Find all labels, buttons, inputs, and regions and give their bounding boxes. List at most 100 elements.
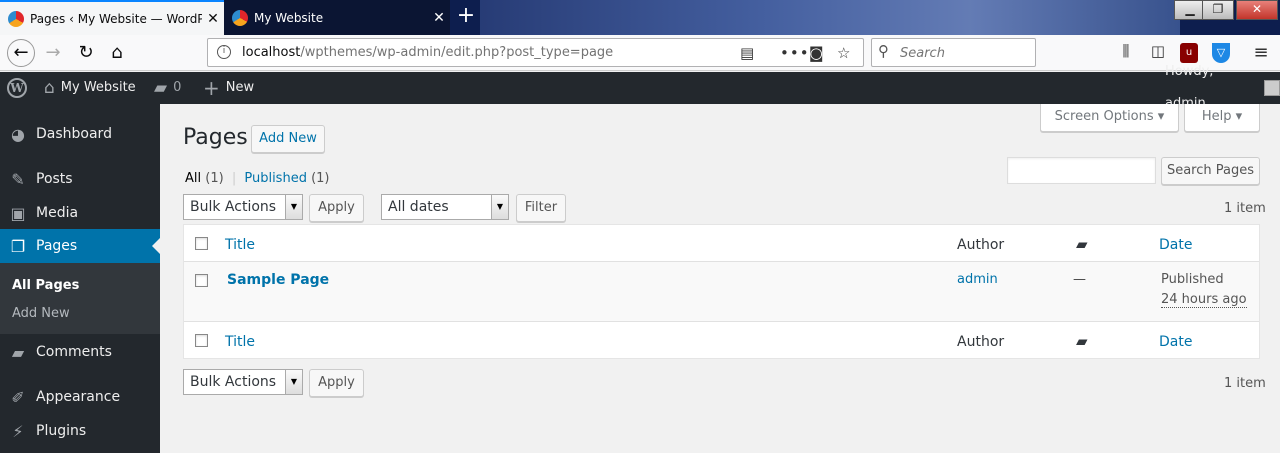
search-pages-button[interactable]: Search Pages — [1161, 157, 1260, 185]
browser-search-input[interactable] — [900, 43, 1030, 63]
new-tab-icon[interactable]: + — [453, 4, 479, 30]
tab-bar-background — [480, 0, 1180, 35]
search-pages-input[interactable] — [1007, 157, 1156, 184]
window-close-icon[interactable]: ✕ — [1236, 0, 1278, 20]
close-tab-icon[interactable]: ✕ — [202, 11, 224, 27]
forward-arrow-icon[interactable]: → — [40, 40, 66, 66]
admin-sidebar: ◕ Dashboard ✎ Posts ▣ Media ❐ Pages All Page… — [0, 104, 160, 453]
column-date-footer[interactable]: Date — [1159, 334, 1192, 350]
screen-options-label: Screen Options — [1054, 109, 1154, 124]
column-title[interactable]: Title — [225, 237, 255, 253]
maximize-icon[interactable]: ❐ — [1202, 0, 1234, 20]
filter-button[interactable]: Filter — [516, 194, 566, 222]
wp-admin-bar: W ⌂ My Website ▰ 0 + New Howdy, admin — [0, 64, 1280, 111]
comment-icon: ▰ — [11, 342, 25, 362]
site-name-link[interactable]: ⌂ My Website — [44, 72, 136, 104]
date-filter-select[interactable]: All dates ▼ — [381, 194, 509, 220]
new-label: New — [225, 80, 255, 95]
pin-icon: ✎ — [11, 169, 25, 189]
site-favicon-icon — [232, 9, 248, 26]
status-filters: All (1) | Published (1) — [185, 171, 330, 186]
sidebar-item-label: Appearance — [36, 389, 121, 405]
reader-view-icon[interactable]: ▤ — [740, 44, 754, 62]
column-author-footer: Author — [957, 334, 1005, 350]
column-title-footer[interactable]: Title — [225, 334, 255, 350]
home-icon[interactable]: ⌂ — [104, 40, 130, 66]
info-icon[interactable]: i — [217, 45, 231, 59]
table-footer: Title Author ▰ Date — [184, 322, 1259, 359]
back-arrow-icon[interactable]: ← — [7, 39, 35, 67]
avatar — [1264, 80, 1280, 96]
filter-separator: | — [231, 171, 237, 186]
column-date[interactable]: Date — [1159, 237, 1192, 253]
browser-tab-bar: Pages ‹ My Website — WordPre ✕ My Websit… — [0, 0, 1280, 35]
comment-column-icon: ▰ — [1076, 332, 1088, 350]
sidebar-item-media[interactable]: ▣ Media — [0, 196, 160, 230]
submenu-all-pages[interactable]: All Pages — [12, 278, 79, 293]
select-all-checkbox-footer[interactable] — [195, 334, 208, 347]
sidebar-item-label: Pages — [36, 238, 78, 254]
wordpress-logo-icon[interactable]: W — [7, 72, 27, 104]
pages-submenu: All Pages Add New — [0, 263, 160, 334]
apply-button-top[interactable]: Apply — [309, 194, 364, 222]
url-text[interactable]: localhost/wpthemes/wp-admin/edit.php?pos… — [242, 45, 613, 60]
tab-my-website[interactable]: My Website ✕ — [224, 0, 450, 35]
pages-icon: ❐ — [10, 236, 26, 256]
library-icon[interactable]: ⫼ — [1115, 42, 1137, 64]
filter-published-count: (1) — [311, 171, 330, 186]
add-new-button[interactable]: Add New — [251, 125, 325, 153]
row-checkbox[interactable] — [195, 274, 208, 287]
my-account-link[interactable]: Howdy, admin — [1165, 64, 1280, 111]
sidebar-item-pages[interactable]: ❐ Pages — [0, 229, 160, 263]
filter-all[interactable]: All — [185, 171, 201, 186]
plus-icon: + — [203, 76, 220, 100]
sidebar-item-label: Comments — [36, 344, 112, 360]
tab-pages[interactable]: Pages ‹ My Website — WordPre ✕ — [0, 0, 224, 35]
screen-options-button[interactable]: Screen Options ▾ — [1040, 104, 1179, 132]
help-label: Help — [1201, 109, 1232, 124]
chevron-down-icon: ▼ — [491, 195, 508, 219]
sidebar-item-label: Media — [36, 205, 79, 221]
brush-icon: ✐ — [11, 387, 25, 407]
item-count-top: 1 item — [1224, 201, 1266, 216]
media-icon: ▣ — [10, 203, 26, 223]
select-all-checkbox[interactable] — [195, 237, 208, 250]
reload-icon[interactable]: ↻ — [73, 40, 99, 66]
bookmark-star-icon[interactable]: ☆ — [837, 44, 850, 62]
pages-table: Title Author ▰ Date Sample Page admin — … — [183, 224, 1260, 359]
close-tab-icon[interactable]: ✕ — [428, 10, 450, 26]
row-status: Published — [1161, 272, 1224, 287]
item-count-bottom: 1 item — [1224, 376, 1266, 391]
page-actions-icon[interactable]: ••• — [780, 44, 810, 62]
help-button[interactable]: Help ▾ — [1184, 104, 1260, 132]
row-title-link[interactable]: Sample Page — [227, 272, 329, 288]
dashboard-icon: ◕ — [11, 124, 25, 144]
url-path: /wpthemes/wp-admin/edit.php?post_type=pa… — [300, 45, 614, 60]
sidebar-item-dashboard[interactable]: ◕ Dashboard — [0, 117, 160, 151]
chevron-down-icon: ▼ — [285, 370, 302, 394]
tab-title: My Website — [254, 10, 324, 25]
comments-link[interactable]: ▰ 0 — [154, 72, 181, 104]
browser-search-box[interactable]: ⚲ — [871, 38, 1036, 67]
comment-column-icon: ▰ — [1076, 235, 1088, 253]
sidebar-item-label: Posts — [36, 171, 73, 187]
table-row: Sample Page admin — Published 24 hours a… — [184, 262, 1259, 322]
comment-bubble-icon: ▰ — [154, 78, 168, 98]
page-title: Pages — [183, 125, 248, 150]
pocket-icon[interactable]: ◙ — [809, 44, 824, 62]
site-favicon-icon — [8, 10, 24, 27]
row-date: 24 hours ago — [1161, 292, 1247, 308]
apply-button-bottom[interactable]: Apply — [309, 369, 364, 397]
sidebar-item-appearance[interactable]: ✐ Appearance — [0, 380, 160, 414]
new-content-link[interactable]: + New — [203, 72, 254, 104]
url-bar[interactable]: i localhost/wpthemes/wp-admin/edit.php?p… — [207, 38, 864, 67]
bulk-actions-select-bottom[interactable]: Bulk Actions ▼ — [183, 369, 303, 395]
table-header: Title Author ▰ Date — [184, 225, 1259, 262]
sidebar-item-comments[interactable]: ▰ Comments — [0, 335, 160, 369]
sidebar-item-posts[interactable]: ✎ Posts — [0, 162, 160, 196]
submenu-add-new[interactable]: Add New — [12, 306, 70, 321]
sidebar-item-plugins[interactable]: ⚡ Plugins — [0, 414, 160, 448]
filter-published[interactable]: Published — [244, 171, 307, 186]
row-author-link[interactable]: admin — [957, 272, 998, 287]
bulk-actions-select-top[interactable]: Bulk Actions ▼ — [183, 194, 303, 220]
